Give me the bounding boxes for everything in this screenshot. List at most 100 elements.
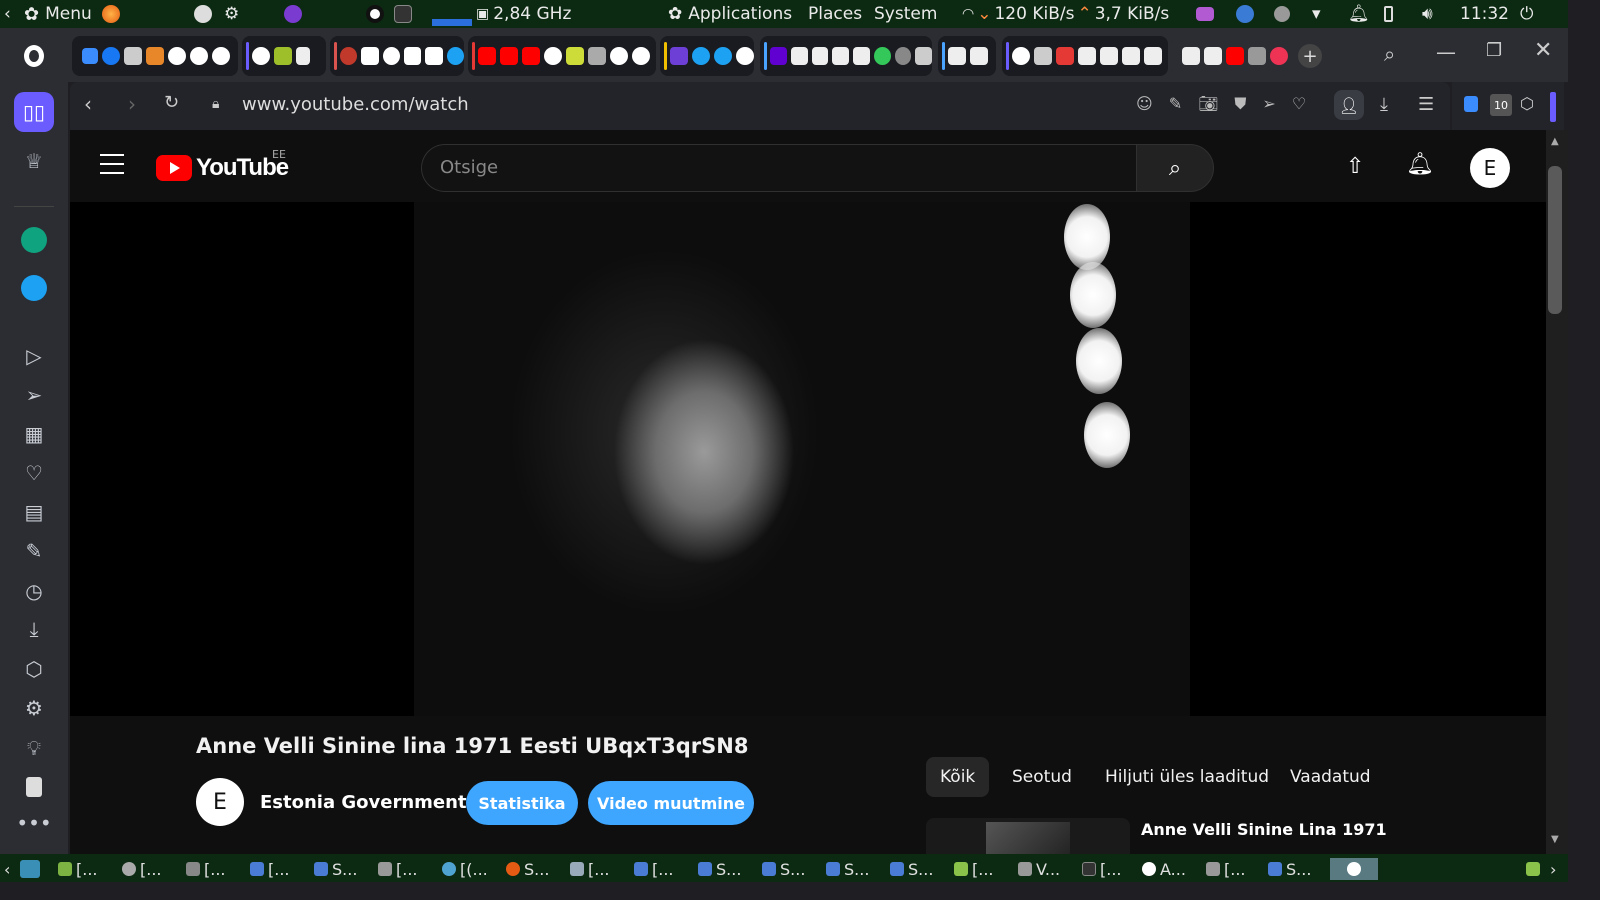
tab-search-button[interactable]: ⌕ [1384, 42, 1395, 66]
hamburger-menu-button[interactable] [100, 154, 124, 174]
tab-group-6[interactable] [760, 36, 932, 76]
recommendation-title[interactable]: Anne Velli Sinine Lina 1971 [1141, 820, 1387, 839]
sidebar-send[interactable]: ➢ [19, 380, 49, 410]
taskbar-item[interactable]: V... [1018, 858, 1060, 880]
statistics-button[interactable]: Statistika [466, 781, 578, 825]
taskbar-item[interactable]: [... [378, 858, 418, 880]
taskbar-item[interactable]: [... [58, 858, 98, 880]
launcher-tor[interactable] [284, 0, 302, 28]
taskbar-item[interactable]: [... [1082, 858, 1122, 880]
downloads-button[interactable]: ⤓ [1380, 94, 1388, 115]
sidebar-chatgpt[interactable] [19, 225, 49, 255]
power-button[interactable]: ⏻ [1520, 0, 1533, 28]
sidebar-pinboards[interactable]: ✎ [19, 536, 49, 566]
extensions-button[interactable]: ⬡ [1520, 94, 1534, 113]
tray-battery[interactable] [1384, 0, 1393, 28]
tray-wifi[interactable]: ▾ [1312, 0, 1321, 28]
show-desktop-button[interactable] [20, 858, 40, 880]
launcher-opera[interactable] [366, 0, 384, 28]
recommendation-thumbnail[interactable] [926, 818, 1130, 854]
taskbar-item[interactable]: [... [570, 858, 610, 880]
extension-counter[interactable]: 10 [1490, 94, 1512, 116]
sidebar-tips[interactable]: 💡︎ [19, 733, 49, 763]
sidebar-more[interactable]: ••• [16, 808, 51, 838]
scroll-down-arrow-icon[interactable]: ▼ [1551, 834, 1559, 845]
chip-related[interactable]: Seotud [998, 757, 1086, 797]
scroll-up-arrow-icon[interactable]: ▲ [1551, 136, 1559, 147]
taskbar-item[interactable]: [... [122, 858, 162, 880]
taskbar-item[interactable]: S... [314, 858, 357, 880]
forward-button[interactable]: › [128, 92, 136, 116]
sidebar-add-app[interactable] [19, 772, 49, 802]
system-menu[interactable]: System [874, 0, 937, 28]
launcher-terminal[interactable] [394, 0, 412, 28]
opera-menu-button[interactable] [14, 36, 54, 76]
edit-video-button[interactable]: Video muutmine [588, 781, 754, 825]
sidebar-workspace-active[interactable]: ▯▯ [14, 92, 54, 132]
network-monitor[interactable]: ◠ ⌄ 120 KiB/s ⌃ 3,7 KiB/s [962, 0, 1169, 28]
video-player[interactable] [70, 202, 1546, 716]
scrollbar-thumb[interactable] [1548, 166, 1562, 314]
heart-icon[interactable]: ♡ [1292, 94, 1306, 114]
tab-group-1[interactable] [72, 36, 238, 76]
sidebar-bookmarks[interactable]: ♡ [19, 458, 49, 488]
tray-volume[interactable]: 🔊︎ [1422, 0, 1433, 28]
send-icon[interactable]: ➢ [1262, 94, 1275, 114]
sidebar-news[interactable]: ▤ [19, 497, 49, 527]
back-button[interactable]: ‹ [84, 92, 92, 116]
taskbar-item[interactable]: A... [1142, 858, 1186, 880]
taskbar-right-arrow[interactable]: › [1550, 858, 1556, 880]
chip-watched[interactable]: Vaadatud [1276, 757, 1385, 797]
upload-button[interactable]: ⇧ [1346, 154, 1364, 179]
extension-pin[interactable] [1464, 96, 1478, 116]
snapshot-edit-icon[interactable]: ✎ [1169, 94, 1182, 114]
profile-button[interactable]: 👤︎ [1334, 90, 1364, 120]
tab-group-2[interactable] [242, 36, 326, 76]
search-button[interactable]: ⌕ [1136, 144, 1214, 192]
close-window-button[interactable]: ✕ [1534, 38, 1552, 63]
easy-setup-button[interactable]: ☰ [1418, 94, 1434, 115]
chip-all[interactable]: Kõik [926, 757, 990, 797]
taskbar-item[interactable]: S... [826, 858, 869, 880]
menu-button[interactable]: ✿ Menu [24, 0, 92, 28]
page-scrollbar[interactable]: ▲ ▼ [1546, 130, 1568, 854]
minimize-button[interactable]: — [1436, 40, 1456, 64]
taskbar-item-active[interactable] [1330, 858, 1378, 880]
sidebar-history[interactable]: ◷ [19, 576, 49, 606]
taskbar-item[interactable]: [... [954, 858, 994, 880]
applications-menu[interactable]: ✿ Applications [668, 0, 792, 28]
firefox-launcher[interactable] [102, 0, 120, 28]
channel-avatar[interactable]: E [196, 778, 244, 826]
tab-group-7[interactable] [938, 36, 996, 76]
sidebar-extensions[interactable]: ⬡ [19, 654, 49, 684]
tab-group-active[interactable] [1172, 36, 1290, 76]
tray-notifications[interactable]: 🔔︎ [1348, 0, 1370, 28]
taskbar-item[interactable]: S... [1268, 858, 1311, 880]
tab-group-8[interactable] [1002, 36, 1168, 76]
sidebar-speed-dial[interactable]: ▦ [19, 419, 49, 449]
sidebar-workspace-2[interactable]: ♕ [19, 146, 49, 176]
taskbar-item[interactable]: [... [1206, 858, 1246, 880]
account-avatar[interactable]: E [1470, 148, 1510, 188]
taskbar-item[interactable]: S... [762, 858, 805, 880]
taskbar-item[interactable]: S... [506, 858, 549, 880]
channel-name[interactable]: Estonia Government [260, 792, 467, 813]
url-field[interactable]: www.youtube.com/watch [242, 94, 469, 115]
shield-icon[interactable]: ⛊ [1234, 94, 1246, 114]
taskbar-trash[interactable] [1526, 858, 1540, 880]
notifications-button[interactable]: 🔔︎ [1406, 152, 1434, 177]
places-menu[interactable]: Places [808, 0, 862, 28]
tray-app-3[interactable] [1274, 0, 1290, 28]
sidebar-player[interactable]: ▷ [19, 341, 49, 371]
launcher-settings[interactable]: ⚙ [224, 0, 239, 28]
chip-recently-uploaded[interactable]: Hiljuti üles laaditud [1091, 757, 1283, 797]
new-tab-button[interactable]: + [1298, 44, 1322, 68]
cpu-frequency[interactable]: ▣ 2,84 GHz [476, 0, 571, 28]
sidebar-downloads[interactable]: ⤓ [19, 614, 49, 644]
taskbar-item[interactable]: [... [634, 858, 674, 880]
launcher-a[interactable] [194, 0, 212, 28]
tab-group-4[interactable] [468, 36, 656, 76]
lock-icon[interactable]: 🔒︎ [212, 96, 219, 112]
tray-app-2[interactable] [1236, 0, 1254, 28]
reload-button[interactable]: ↻ [164, 92, 179, 113]
